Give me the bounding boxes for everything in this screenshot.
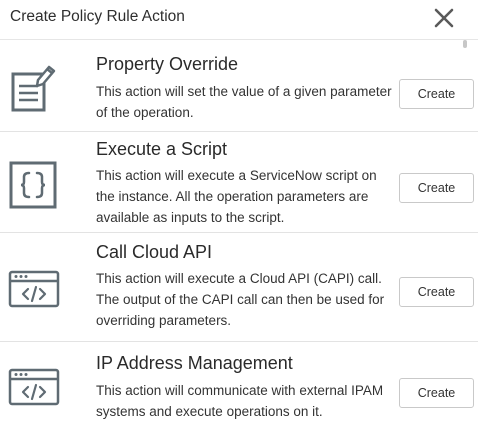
document-edit-icon <box>8 64 60 116</box>
create-policy-rule-action-dialog: Create Policy Rule Action Property Overr… <box>0 0 478 429</box>
code-window-icon <box>8 266 60 318</box>
close-icon[interactable] <box>430 4 458 32</box>
row-divider <box>0 341 478 342</box>
action-title-property-override: Property Override <box>96 54 239 74</box>
action-description-execute-script: This action will execute a ServiceNow sc… <box>96 168 377 225</box>
action-description-call-cloud-api: This action will execute a Cloud API (CA… <box>96 271 385 328</box>
dialog-header: Create Policy Rule Action <box>0 0 478 40</box>
code-window-icon <box>8 364 60 416</box>
row-divider <box>0 131 478 132</box>
action-title-call-cloud-api: Call Cloud API <box>96 242 213 262</box>
create-execute-script-button[interactable]: Create <box>399 173 474 203</box>
create-call-cloud-api-button[interactable]: Create <box>399 277 474 307</box>
create-ip-address-management-button[interactable]: Create <box>399 378 474 408</box>
scrollbar-thumb[interactable] <box>463 40 467 48</box>
action-title-execute-script: Execute a Script <box>96 139 228 159</box>
create-property-override-button[interactable]: Create <box>399 79 474 109</box>
action-description-ip-address-management: This action will communicate with extern… <box>96 383 384 419</box>
curly-braces-icon <box>8 160 60 212</box>
row-divider <box>0 232 478 233</box>
dialog-title: Create Policy Rule Action <box>10 8 185 25</box>
action-description-property-override: This action will set the value of a give… <box>96 84 392 120</box>
action-title-ip-address-management: IP Address Management <box>96 353 293 373</box>
